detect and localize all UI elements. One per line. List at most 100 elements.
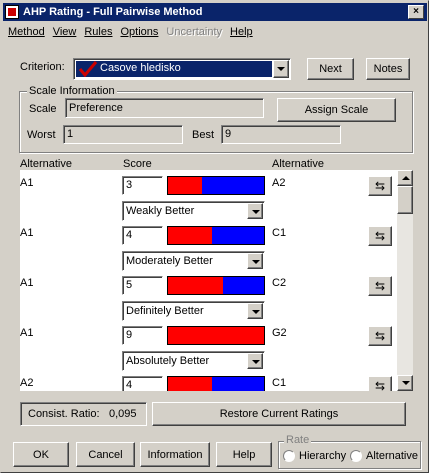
swap-icon: ⇆ xyxy=(374,179,386,193)
swap-button[interactable]: ⇆ xyxy=(368,376,392,391)
notes-button-label: Notes xyxy=(373,63,403,75)
next-button[interactable]: Next xyxy=(307,58,354,80)
column-header-alternative-right: Alternative xyxy=(272,158,324,170)
swap-icon: ⇆ xyxy=(374,279,386,293)
help-button[interactable]: Help xyxy=(216,442,272,467)
ok-button-label: OK xyxy=(33,448,49,461)
next-button-label: Next xyxy=(319,63,342,75)
information-button[interactable]: Information xyxy=(140,442,210,467)
criterion-select[interactable]: Casove hledisko xyxy=(73,58,291,80)
cancel-button-label: Cancel xyxy=(88,448,123,461)
score-bar-blue xyxy=(201,177,264,194)
chevron-down-icon[interactable] xyxy=(247,203,263,219)
score-input[interactable]: 5 xyxy=(122,276,163,295)
row-alternative-left: A1 xyxy=(20,227,34,239)
radio-alternative-label: Alternative xyxy=(366,450,418,462)
chevron-down-icon[interactable] xyxy=(247,253,263,269)
score-input[interactable]: 4 xyxy=(122,226,163,245)
score-bar-red xyxy=(168,227,213,244)
score-bar-blue xyxy=(222,277,264,294)
ok-button[interactable]: OK xyxy=(13,442,69,467)
menu-options[interactable]: Options xyxy=(116,26,162,38)
scroll-thumb[interactable] xyxy=(397,186,413,214)
swap-icon: ⇆ xyxy=(374,229,386,243)
rating-value: Weakly Better xyxy=(126,205,195,217)
radio-alternative-circle xyxy=(350,450,362,463)
restore-ratings-label: Restore Current Ratings xyxy=(219,408,339,420)
score-input[interactable]: 9 xyxy=(122,326,163,345)
score-bar xyxy=(167,376,265,391)
score-input[interactable]: 3 xyxy=(122,176,163,195)
scroll-up-icon[interactable] xyxy=(397,170,413,186)
assign-scale-button[interactable]: Assign Scale xyxy=(277,98,396,122)
menu-rules-label: Rules xyxy=(84,25,113,38)
pairwise-comparison-list[interactable]: A1 3 A2 ⇆ Weakly Better A1 4 C1 ⇆ Moderately Bett… xyxy=(20,170,397,391)
row-alternative-left: A1 xyxy=(20,277,34,289)
consistency-panel: Consist. Ratio: 0,095 xyxy=(20,402,147,426)
menu-help[interactable]: Help xyxy=(226,26,257,38)
restore-ratings-button[interactable]: Restore Current Ratings xyxy=(152,402,406,426)
score-bar-red xyxy=(168,377,213,391)
score-bar-blue xyxy=(212,227,264,244)
swap-button[interactable]: ⇆ xyxy=(368,226,392,246)
swap-button[interactable]: ⇆ xyxy=(368,326,392,346)
row-alternative-right: C1 xyxy=(272,377,287,389)
worst-field: 1 xyxy=(63,125,183,144)
rating-select[interactable]: Definitely Better xyxy=(122,301,265,321)
rating-select[interactable]: Moderately Better xyxy=(122,251,265,271)
swap-button[interactable]: ⇆ xyxy=(368,276,392,296)
chevron-down-icon xyxy=(277,67,285,71)
close-button[interactable]: × xyxy=(408,5,424,19)
rating-select[interactable]: Absolutely Better xyxy=(122,351,265,371)
notes-button[interactable]: Notes xyxy=(366,58,410,80)
row-alternative-left: A1 xyxy=(20,177,34,189)
radio-hierarchy[interactable]: Hierarchy xyxy=(283,450,347,463)
menu-method[interactable]: Method xyxy=(3,26,49,38)
help-button-label: Help xyxy=(232,448,256,461)
information-button-label: Information xyxy=(147,448,203,461)
best-field: 9 xyxy=(221,125,341,144)
cancel-button[interactable]: Cancel xyxy=(76,442,135,467)
menu-help-label: Help xyxy=(230,25,253,38)
score-bar-red xyxy=(168,327,264,344)
chevron-down-icon[interactable] xyxy=(247,303,263,319)
chevron-down-icon[interactable] xyxy=(247,353,263,369)
scale-info-legend: Scale Information xyxy=(27,85,117,97)
assign-scale-label: Assign Scale xyxy=(304,104,369,116)
swap-button[interactable]: ⇆ xyxy=(368,176,392,196)
checkmark-icon xyxy=(78,61,98,77)
vertical-scrollbar[interactable] xyxy=(397,170,413,391)
scale-field: Preference xyxy=(65,98,264,118)
score-bar xyxy=(167,226,265,245)
rating-value: Absolutely Better xyxy=(126,355,210,367)
swap-icon: ⇆ xyxy=(374,329,386,343)
menu-view-label: View xyxy=(52,25,77,38)
consistency-label: Consist. Ratio: xyxy=(28,408,100,420)
row-alternative-right: C1 xyxy=(272,227,287,239)
worst-label: Worst xyxy=(27,129,56,141)
score-input[interactable]: 4 xyxy=(122,376,163,391)
radio-alternative[interactable]: Alternative xyxy=(350,450,418,463)
rate-legend: Rate xyxy=(284,434,312,446)
ahp-rating-window: AHP Rating - Full Pairwise Method × Meth… xyxy=(0,0,429,473)
rating-value: Definitely Better xyxy=(126,305,204,317)
rating-value: Moderately Better xyxy=(126,255,213,267)
criterion-dropdown-button[interactable] xyxy=(273,60,289,78)
rating-select[interactable]: Weakly Better xyxy=(122,201,265,221)
score-bar-red xyxy=(168,177,202,194)
title-bar: AHP Rating - Full Pairwise Method × xyxy=(3,3,427,21)
menu-rules[interactable]: Rules xyxy=(80,26,116,38)
swap-icon: ⇆ xyxy=(374,379,386,391)
radio-hierarchy-label: Hierarchy xyxy=(299,450,347,462)
row-alternative-right: A2 xyxy=(272,177,286,189)
column-header-alternative-left: Alternative xyxy=(20,158,72,170)
score-bar xyxy=(167,176,265,195)
scale-label: Scale xyxy=(29,103,57,115)
row-alternative-left: A1 xyxy=(20,327,34,339)
scroll-down-icon[interactable] xyxy=(397,375,413,391)
window-title: AHP Rating - Full Pairwise Method xyxy=(23,6,203,18)
app-icon xyxy=(5,5,19,19)
criterion-value: Casove hledisko xyxy=(100,62,181,74)
score-bar xyxy=(167,276,265,295)
menu-view[interactable]: View xyxy=(49,26,81,38)
